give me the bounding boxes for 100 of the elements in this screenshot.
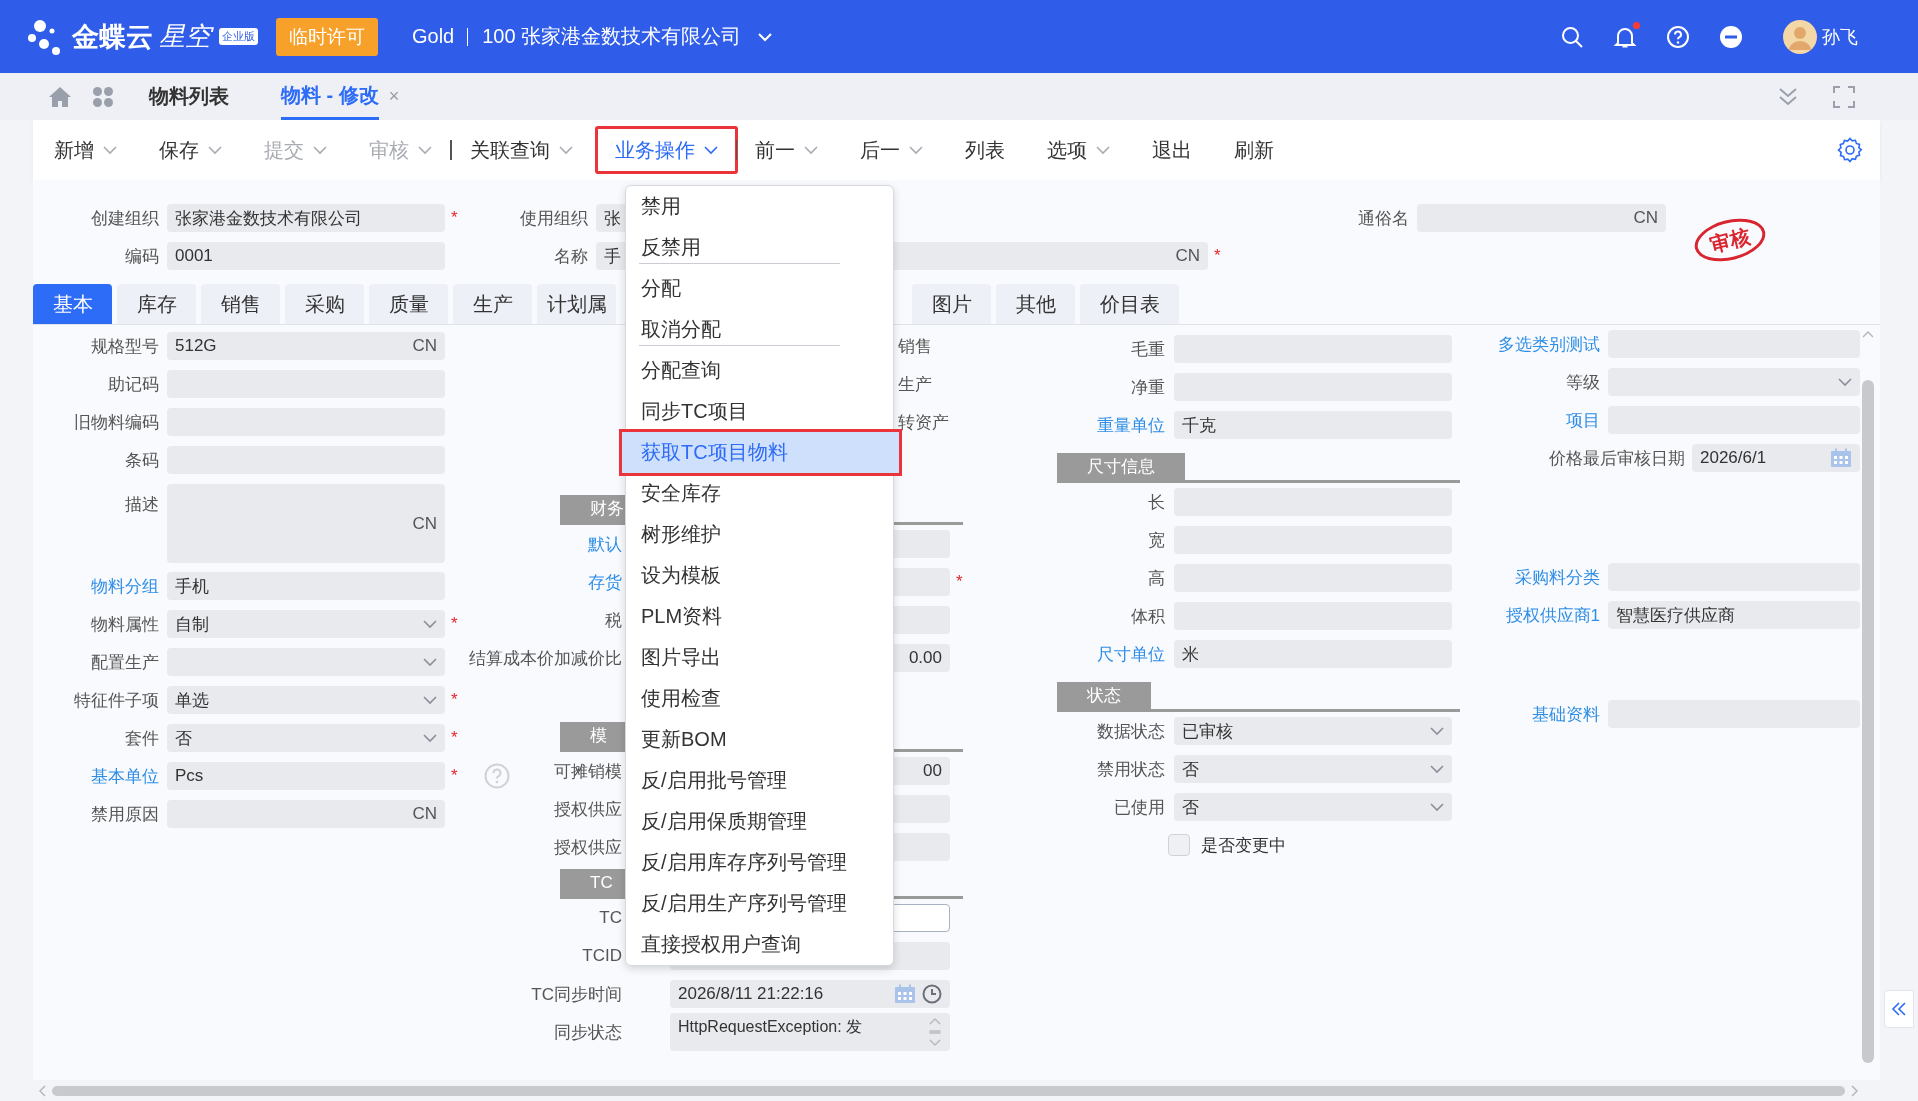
menu-item[interactable]: 图片导出 (626, 637, 893, 678)
input-field[interactable]: 千克 (1174, 411, 1452, 439)
text-area[interactable]: HttpRequestException: 发 (670, 1013, 950, 1051)
double-chevron-icon[interactable] (1777, 85, 1799, 108)
toolbar-button[interactable]: 后一 (850, 126, 933, 174)
input-field[interactable]: CN (1417, 204, 1666, 232)
menu-item[interactable]: 获取TC项目物料 (622, 432, 899, 473)
calendar-icon[interactable] (894, 984, 916, 1004)
menu-item[interactable]: PLM资料 (626, 596, 893, 637)
input-field[interactable]: 米 (1174, 640, 1452, 668)
data-center[interactable]: Gold (412, 25, 455, 48)
toolbar-button[interactable]: 选项 (1037, 126, 1120, 174)
user-name[interactable]: 孙飞 (1822, 24, 1858, 49)
form-tab[interactable]: 库存 (117, 284, 196, 324)
menu-item[interactable]: 取消分配 (626, 309, 893, 350)
dropdown-field[interactable]: 单选 (167, 686, 445, 714)
form-tab[interactable]: 采购 (285, 284, 364, 324)
horizontal-scrollbar[interactable] (52, 1085, 1845, 1096)
checkbox-label[interactable]: 生产 (898, 374, 932, 394)
section-header: 尺寸信息 (1057, 453, 1185, 480)
field-label: TC同步时间 (530, 983, 622, 1006)
checkbox[interactable] (1168, 834, 1190, 856)
form-tab[interactable]: 基本 (33, 284, 112, 324)
menu-item[interactable]: 设为模板 (626, 555, 893, 596)
home-icon[interactable] (48, 85, 72, 108)
required-mark: * (451, 766, 458, 785)
caret-icon[interactable] (423, 657, 437, 667)
avatar[interactable] (1783, 19, 1817, 54)
minus-circle-icon[interactable] (1719, 24, 1743, 49)
dropdown-field[interactable]: 自制 (167, 610, 445, 638)
dropdown-field[interactable] (167, 648, 445, 676)
scroll-left-icon[interactable] (38, 1084, 46, 1097)
form-tab[interactable]: 图片 (912, 284, 991, 324)
input-field[interactable]: 手机 (167, 572, 445, 600)
caret-icon[interactable] (423, 695, 437, 705)
form-tab[interactable]: 计划属 (537, 284, 616, 324)
dropdown-field[interactable]: 否 (1174, 755, 1452, 783)
text-area[interactable]: CN (167, 484, 445, 563)
checkbox-label[interactable]: 是否变更中 (1201, 833, 1286, 857)
dropdown-field[interactable] (1608, 368, 1860, 396)
required-mark: * (451, 690, 458, 709)
spinner-icon[interactable] (928, 1017, 942, 1047)
toolbar-button[interactable]: 关联查询 (459, 126, 583, 174)
input-field[interactable]: 张家港金数技术有限公司 (167, 204, 445, 232)
form-tab[interactable]: 其他 (996, 284, 1075, 324)
input-field[interactable]: 512G CN (167, 332, 445, 360)
caret-icon[interactable] (423, 733, 437, 743)
caret-icon[interactable] (1430, 802, 1444, 812)
input-field[interactable]: 0001 (167, 242, 445, 270)
search-icon[interactable] (1560, 24, 1584, 49)
menu-item[interactable]: 直接授权用户查询 (626, 924, 893, 965)
dropdown-field[interactable]: 否 (1174, 793, 1452, 821)
menu-item[interactable]: 使用检查 (626, 678, 893, 719)
vertical-scrollbar[interactable] (1862, 380, 1874, 1063)
datetime-field[interactable]: 2026/8/11 21:22:16 (670, 980, 950, 1008)
field-label: 授权供应 (553, 836, 622, 859)
form-tab[interactable]: 销售 (201, 284, 280, 324)
dropdown-field[interactable]: 否 (167, 724, 445, 752)
input-field[interactable]: Pcs (167, 762, 445, 790)
menu-item[interactable]: 同步TC项目 (626, 391, 893, 432)
menu-item[interactable]: 反/启用批号管理 (626, 760, 893, 801)
toolbar-button[interactable]: 新增 (44, 126, 127, 174)
menu-item[interactable]: 禁用 (626, 186, 893, 227)
date-field[interactable]: 2026/6/1 (1692, 444, 1860, 472)
collapse-panel-button[interactable] (1884, 990, 1914, 1028)
toolbar-button[interactable]: 列表 (955, 126, 1015, 174)
toolbar-button[interactable]: 退出 (1142, 126, 1202, 174)
field-link[interactable]: 项目 (1460, 408, 1600, 432)
caret-icon[interactable] (1838, 377, 1852, 387)
dropdown-field[interactable]: 已审核 (1174, 717, 1452, 745)
toolbar-button[interactable]: 前一 (745, 126, 828, 174)
toolbar-button[interactable]: 刷新 (1224, 126, 1284, 174)
form-tab[interactable]: 生产 (453, 284, 532, 324)
checkbox-label[interactable]: 销售 (898, 336, 932, 356)
document-tab[interactable]: 物料列表 (149, 75, 229, 118)
grid-icon[interactable] (92, 85, 114, 108)
caret-icon[interactable] (423, 619, 437, 629)
caret-icon[interactable] (1430, 764, 1444, 774)
input-field[interactable]: 智慧医疗供应商 (1608, 601, 1860, 629)
fullscreen-icon[interactable] (1833, 85, 1855, 108)
form-tab[interactable]: 价目表 (1080, 284, 1179, 324)
settings-icon[interactable] (1837, 137, 1863, 163)
scroll-up-icon[interactable] (1862, 330, 1874, 338)
form-tab[interactable]: 质量 (369, 284, 448, 324)
caret-icon[interactable] (1430, 726, 1444, 736)
organization-selector[interactable]: 100 张家港金数技术有限公司 (482, 23, 742, 50)
field-label: 授权供应 (553, 798, 622, 821)
menu-item[interactable]: 分配查询 (626, 350, 893, 391)
clock-icon[interactable] (922, 984, 942, 1004)
scroll-right-icon[interactable] (1851, 1084, 1859, 1097)
menu-item[interactable]: 分配 (626, 268, 893, 309)
input-field[interactable]: CN (167, 800, 445, 828)
checkbox-label[interactable]: 转资产 (898, 412, 949, 432)
toolbar-button[interactable]: 保存 (149, 126, 232, 174)
language-tag: CN (412, 513, 437, 534)
menu-item[interactable]: 反/启用保质期管理 (626, 801, 893, 842)
toolbar-button[interactable]: 业务操作 (594, 126, 738, 174)
calendar-icon[interactable] (1830, 448, 1852, 468)
language-tag: CN (1175, 246, 1200, 266)
caret-icon (703, 145, 718, 155)
